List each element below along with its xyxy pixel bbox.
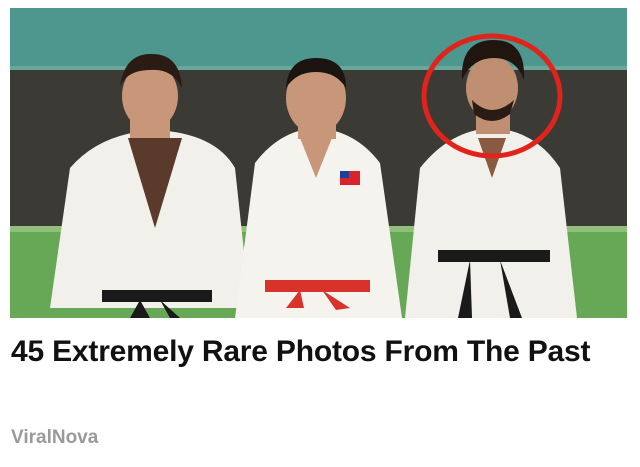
article-headline[interactable]: 45 Extremely Rare Photos From The Past — [11, 330, 611, 374]
photo-illustration — [10, 8, 627, 318]
article-card[interactable]: 45 Extremely Rare Photos From The Past V… — [0, 0, 640, 467]
red-belt — [265, 280, 370, 292]
article-source[interactable]: ViralNova — [11, 427, 98, 449]
article-photo[interactable] — [10, 8, 627, 318]
